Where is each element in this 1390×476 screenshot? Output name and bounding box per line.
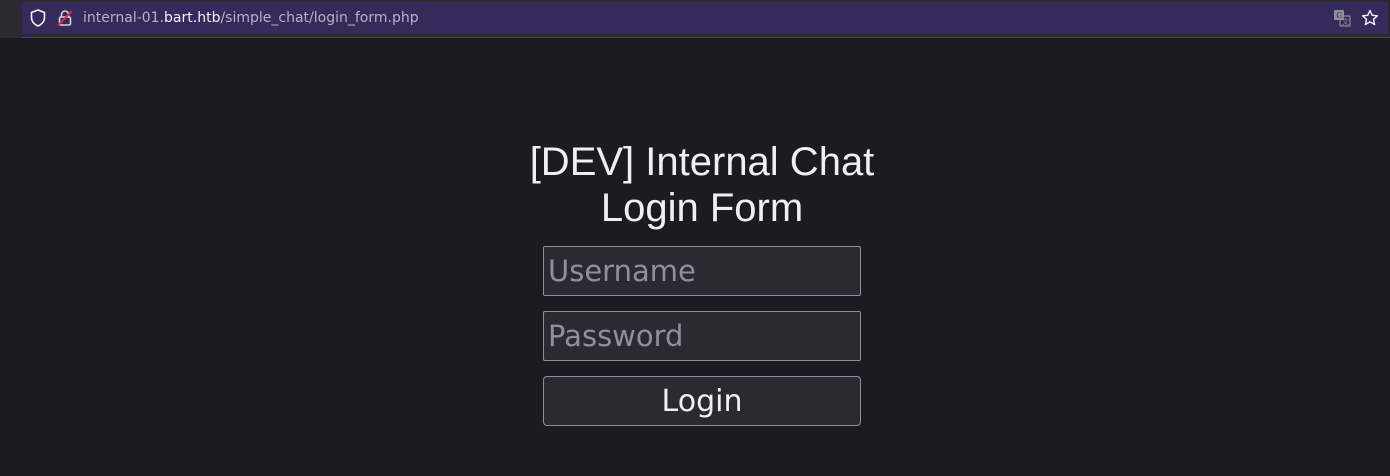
address-bar[interactable]: internal-01.bart.htb/simple_chat/login_f… — [22, 2, 1388, 34]
title-line-2: Login Form — [600, 186, 804, 230]
url-text[interactable]: internal-01.bart.htb/simple_chat/login_f… — [83, 2, 419, 34]
star-icon[interactable] — [1360, 8, 1380, 28]
lock-icon[interactable] — [55, 8, 75, 28]
username-input[interactable] — [543, 246, 861, 296]
svg-text:文: 文 — [1342, 17, 1349, 26]
login-button[interactable]: Login — [543, 376, 861, 426]
shield-icon[interactable] — [28, 8, 48, 28]
translate-icon[interactable]: G 文 — [1332, 8, 1352, 28]
password-input[interactable] — [543, 311, 861, 361]
url-path: /simple_chat/login_form.php — [220, 10, 419, 26]
url-host: bart.htb — [164, 10, 221, 26]
page-content: [DEV] Internal Chat Login Form Login — [0, 39, 1390, 476]
toolbar-edge — [0, 0, 22, 38]
browser-toolbar: internal-01.bart.htb/simple_chat/login_f… — [0, 0, 1390, 38]
url-prefix: internal-01. — [83, 10, 165, 26]
title-line-1: [DEV] Internal Chat — [529, 140, 875, 184]
page-title: [DEV] Internal Chat Login Form — [0, 139, 1390, 231]
